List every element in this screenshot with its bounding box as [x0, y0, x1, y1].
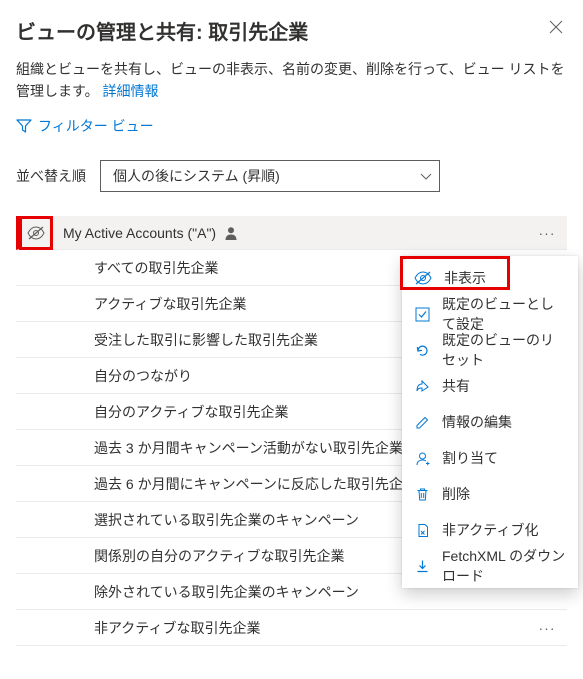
close-icon: [549, 20, 563, 34]
panel-description: 組織とビューを共有し、ビューの非表示、名前の変更、削除を行って、ビュー リストを…: [16, 59, 567, 102]
menu-hide[interactable]: 非表示: [402, 260, 578, 296]
list-item[interactable]: 非アクティブな取引先企業···: [16, 610, 567, 646]
close-button[interactable]: [545, 16, 567, 43]
menu-item-label: 既定のビューのリセット: [442, 330, 566, 370]
learn-more-link[interactable]: 詳細情報: [103, 83, 159, 99]
set-default-icon: [414, 306, 430, 322]
sort-select[interactable]: 個人の後にシステム (昇順): [100, 160, 440, 192]
edit-icon: [414, 414, 430, 430]
menu-download-fetchxml[interactable]: FetchXML のダウンロード: [402, 548, 578, 584]
context-menu: 非表示 既定のビューとして設定 既定のビューのリセット 共有 情報の編集 割り当…: [402, 256, 578, 588]
sort-label: 並べ替え順: [16, 166, 86, 186]
filter-view-label: フィルター ビュー: [38, 116, 154, 136]
menu-deactivate[interactable]: 非アクティブ化: [402, 512, 578, 548]
reset-icon: [414, 342, 430, 358]
person-icon: [224, 226, 238, 240]
more-button[interactable]: ···: [533, 620, 561, 636]
description-text: 組織とビューを共有し、ビューの非表示、名前の変更、削除を行って、ビュー リストを…: [16, 61, 565, 99]
deactivate-icon: [414, 522, 430, 538]
menu-set-default[interactable]: 既定のビューとして設定: [402, 296, 578, 332]
menu-assign[interactable]: 割り当て: [402, 440, 578, 476]
list-item[interactable]: My Active Accounts ("A") ···: [16, 216, 567, 250]
list-item-label: 非アクティブな取引先企業: [50, 618, 533, 638]
filter-view-button[interactable]: フィルター ビュー: [16, 116, 567, 136]
visibility-toggle[interactable]: [19, 216, 53, 250]
menu-item-label: 共有: [442, 376, 470, 396]
delete-icon: [414, 486, 430, 502]
share-icon: [414, 378, 430, 394]
menu-item-label: 非表示: [444, 268, 486, 288]
menu-edit-info[interactable]: 情報の編集: [402, 404, 578, 440]
list-item-label: My Active Accounts ("A"): [63, 225, 216, 241]
menu-item-label: 非アクティブ化: [442, 520, 538, 540]
menu-item-label: 削除: [442, 484, 470, 504]
menu-item-label: 既定のビューとして設定: [442, 294, 566, 334]
menu-item-label: FetchXML のダウンロード: [442, 546, 566, 586]
hide-icon: [27, 226, 45, 240]
filter-icon: [16, 119, 32, 133]
chevron-down-icon: [419, 168, 431, 184]
menu-delete[interactable]: 削除: [402, 476, 578, 512]
assign-icon: [414, 450, 430, 466]
menu-item-label: 情報の編集: [442, 412, 512, 432]
download-icon: [414, 558, 430, 574]
more-button[interactable]: ···: [533, 225, 561, 241]
menu-reset-default[interactable]: 既定のビューのリセット: [402, 332, 578, 368]
sort-select-value: 個人の後にシステム (昇順): [113, 166, 280, 186]
hide-icon: [414, 270, 432, 286]
menu-item-label: 割り当て: [442, 448, 498, 468]
panel-title: ビューの管理と共有: 取引先企業: [16, 16, 308, 45]
menu-share[interactable]: 共有: [402, 368, 578, 404]
